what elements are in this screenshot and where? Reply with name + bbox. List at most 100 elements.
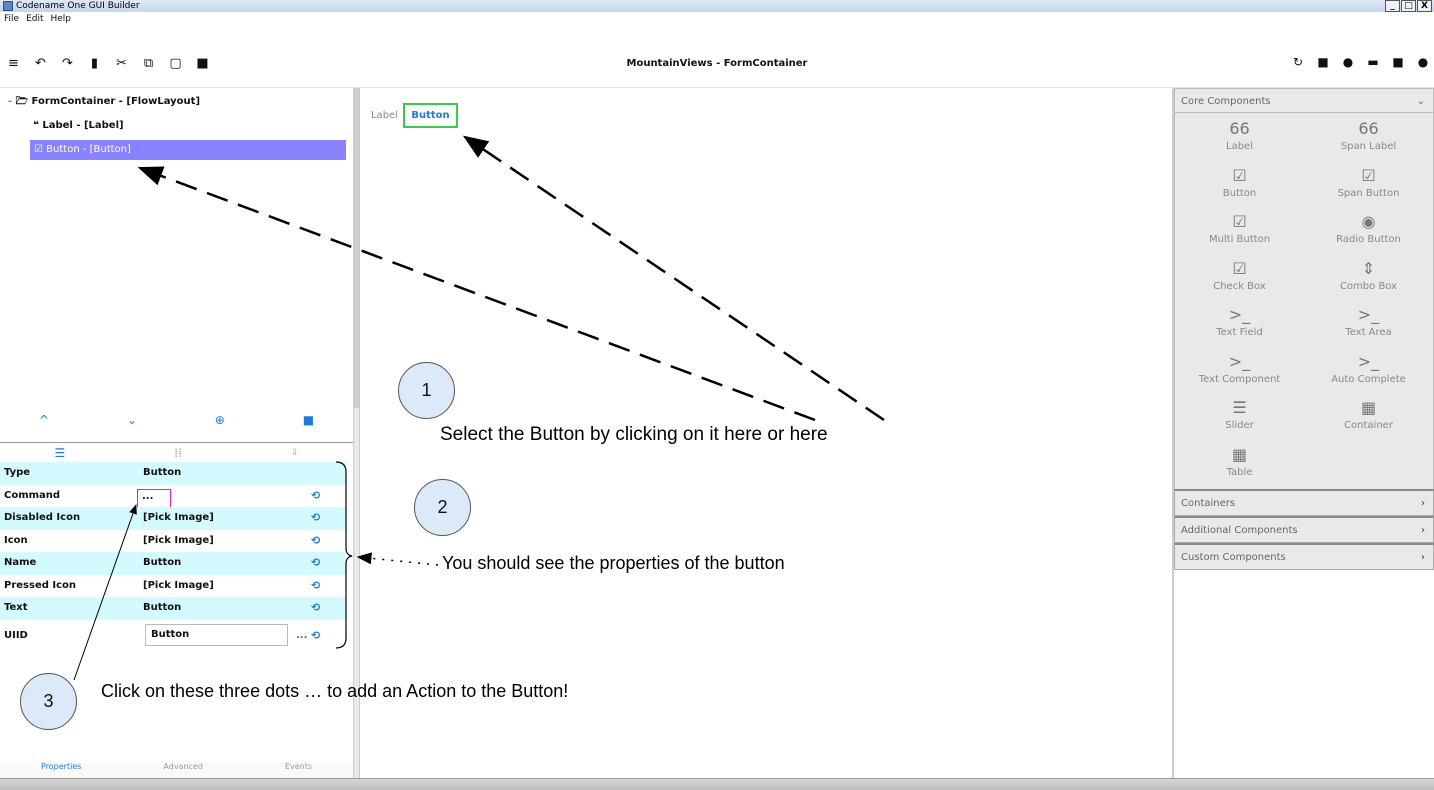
reset-icon[interactable]: ⟲	[311, 530, 320, 553]
tab-advanced[interactable]: Advanced	[163, 762, 203, 778]
property-row-disabled-icon: Disabled Icon [Pick Image] ⟲	[0, 507, 346, 530]
canvas-label[interactable]: Label	[371, 110, 398, 121]
uiid-input[interactable]: Button	[145, 623, 288, 646]
chevron-down-icon: ⌄	[1416, 96, 1425, 107]
palette-combo-box[interactable]: ⇕ Combo Box	[1304, 257, 1433, 304]
palette-table[interactable]: ▦ Table	[1175, 443, 1304, 490]
core-components-header[interactable]: Core Components ⌄	[1174, 88, 1434, 113]
add-icon[interactable]: ⊕	[215, 413, 225, 427]
reset-icon[interactable]: ⟲	[311, 552, 320, 575]
palette-item-label: Span Label	[1340, 141, 1397, 152]
quote-icon: ❝	[33, 120, 39, 131]
palette-multi-button[interactable]: ☑ Multi Button	[1175, 210, 1304, 257]
checkbox-outline-icon: ☑	[1232, 258, 1247, 278]
palette-text-component[interactable]: >_ Text Component	[1175, 350, 1304, 397]
section-title: Additional Components	[1181, 525, 1298, 536]
palette-container[interactable]: ▦ Container	[1304, 396, 1433, 443]
reset-icon[interactable]: ⟲	[311, 507, 320, 530]
left-splitter[interactable]	[353, 88, 360, 778]
property-value[interactable]: Button	[143, 597, 181, 620]
palette-item-label: Auto Complete	[1331, 373, 1406, 385]
palette-span-label[interactable]: 66 Span Label	[1304, 117, 1433, 164]
palette-item-label: Multi Button	[1208, 234, 1271, 245]
tree-item-label[interactable]: ❝ Label - [Label]	[33, 116, 124, 136]
tree-item-button-text: Button - [Button]	[46, 144, 131, 155]
palette-auto-complete[interactable]: >_ Auto Complete	[1304, 350, 1433, 397]
property-view-tabs: ☰ ⁞⁞ ⇩	[0, 442, 353, 462]
chevron-right-icon: ›	[1421, 498, 1425, 509]
property-value[interactable]: [Pick Image]	[143, 507, 214, 530]
menu-bar: File Edit Help	[0, 12, 1434, 38]
maximize-button[interactable]: □	[1401, 0, 1416, 12]
reset-icon[interactable]: ⟲	[311, 597, 320, 620]
palette-text-area[interactable]: >_ Text Area	[1304, 303, 1433, 350]
terminal-icon: >_	[1228, 305, 1251, 324]
record-icon[interactable]: ●	[1341, 55, 1355, 69]
property-name: Type	[4, 467, 31, 478]
palette-item-label: Container	[1344, 420, 1393, 431]
property-row-name: Name Button ⟲	[0, 552, 346, 575]
menu-file[interactable]: File	[4, 14, 19, 36]
move-down-icon[interactable]: ⌄	[127, 413, 137, 427]
save-tree-icon[interactable]: ■	[303, 413, 314, 427]
folder-icon: 🗁	[15, 96, 29, 107]
play-icon[interactable]: ●	[1416, 55, 1430, 69]
property-row-command: Command ... ⟲	[0, 485, 346, 508]
palette-radio-button[interactable]: ◉ Radio Button	[1304, 210, 1433, 257]
save-file-icon[interactable]: ■	[1391, 55, 1405, 69]
palette-item-label: Table	[1226, 466, 1253, 478]
canvas-button[interactable]: Button	[403, 103, 458, 128]
uiid-more-button[interactable]: ...	[296, 620, 307, 652]
reset-icon[interactable]: ⟲	[311, 575, 320, 598]
move-up-icon[interactable]: ^	[39, 413, 49, 427]
quote-icon: 66	[1358, 119, 1379, 138]
tree-root-label: FormContainer - [FlowLayout]	[31, 96, 201, 107]
reset-icon[interactable]: ⟲	[311, 485, 320, 508]
containers-section[interactable]: Containers ›	[1174, 489, 1434, 516]
window-titlebar: Codename One GUI Builder _ □ X	[0, 0, 1434, 12]
palette-item-label: Text Field	[1216, 327, 1263, 338]
additional-components-section[interactable]: Additional Components ›	[1174, 516, 1434, 543]
tab-events[interactable]: Events	[285, 762, 312, 778]
tree-item-button[interactable]: ☑ Button - [Button]	[30, 140, 346, 160]
grid-view-icon[interactable]: ⁞⁞	[174, 446, 182, 460]
property-value[interactable]: [Pick Image]	[143, 530, 214, 553]
palette-check-box[interactable]: ☑ Check Box	[1175, 257, 1304, 304]
checkbox-icon: ☑	[1232, 165, 1247, 185]
image-icon[interactable]: ■	[1316, 55, 1330, 69]
palette-item-label: Check Box	[1213, 280, 1266, 292]
palette-item-label: Combo Box	[1339, 280, 1398, 292]
sort-icon[interactable]: ⇩	[291, 448, 299, 458]
menu-help[interactable]: Help	[51, 14, 72, 36]
palette-label[interactable]: 66 Label	[1175, 117, 1304, 164]
reset-icon[interactable]: ⟲	[311, 620, 320, 652]
properties-table: Type Button Command ... ⟲ Disabled Icon …	[0, 462, 346, 652]
terminal-icon: >_	[1357, 351, 1380, 371]
collapse-icon[interactable]: -	[8, 96, 12, 107]
close-button[interactable]: X	[1417, 0, 1432, 12]
property-row-icon: Icon [Pick Image] ⟲	[0, 530, 346, 553]
command-dots-button[interactable]: ...	[137, 488, 171, 508]
property-value: Button	[143, 467, 182, 478]
palette-span-button[interactable]: ☑ Span Button	[1304, 164, 1433, 211]
refresh-icon[interactable]: ↻	[1291, 55, 1305, 69]
radio-icon: ◉	[1361, 212, 1376, 231]
tab-properties[interactable]: Properties	[41, 762, 81, 778]
list-view-icon[interactable]: ☰	[55, 446, 66, 460]
palette-item-label: Slider	[1225, 420, 1254, 431]
property-name: Text	[4, 602, 28, 613]
minimize-button[interactable]: _	[1385, 0, 1400, 12]
property-value[interactable]: Button	[143, 552, 181, 575]
property-value[interactable]: [Pick Image]	[143, 575, 214, 598]
property-name: Name	[4, 557, 37, 568]
chevron-right-icon: ›	[1421, 525, 1425, 536]
custom-components-section[interactable]: Custom Components ›	[1174, 543, 1434, 570]
palette-slider[interactable]: ☰ Slider	[1175, 396, 1304, 443]
preview-icon[interactable]: ▬	[1366, 55, 1380, 69]
property-name: UIID	[4, 629, 28, 641]
tree-root[interactable]: - 🗁 FormContainer - [FlowLayout]	[8, 92, 200, 112]
component-tree: - 🗁 FormContainer - [FlowLayout] ❝ Label…	[0, 88, 353, 398]
palette-text-field[interactable]: >_ Text Field	[1175, 303, 1304, 350]
menu-edit[interactable]: Edit	[26, 14, 43, 36]
palette-button[interactable]: ☑ Button	[1175, 164, 1304, 211]
